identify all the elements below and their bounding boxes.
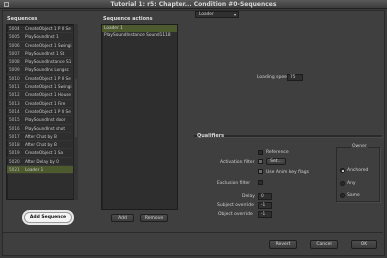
sequence-number: 5005 [9,34,20,40]
sequence-name: CreateObject 1 Fire [25,100,66,106]
subject-override-label: Subject override [217,203,254,208]
sequence-name: CreateObject 1 P II Se [25,26,71,31]
owner-option-label: Anchored [347,168,369,173]
reference-checkbox[interactable] [258,150,263,155]
exclusion-filter-checkbox[interactable] [258,180,263,185]
sequence-number: 5007 [9,50,20,56]
window-title: Tutorial 1: r5: Chapter... Condition #0-… [110,1,277,8]
table-row[interactable]: 5007 PlaySoundInst 1 St [7,50,73,59]
sequence-number: 5009 [9,67,20,73]
revert-button[interactable]: Revert [269,240,297,249]
sequence-name: CreateObject 1 Swingi [25,84,72,90]
sequence-number: 5021 [9,167,20,173]
table-row[interactable]: 5014 CreateObject 1 P II Se [7,108,73,117]
object-override-field[interactable]: -1 [258,211,272,218]
table-row[interactable]: 5015 PlaySoundInst door [7,116,73,125]
title-bar: Tutorial 1: r5: Chapter... Condition #0-… [0,0,387,9]
sequences-header: Sequences [7,16,38,22]
owner-radio-anchored[interactable] [340,168,345,173]
table-row[interactable]: 5004 CreateObject 1 P II Se [7,25,73,34]
sequence-name: PlaySoundInst 1 St [25,50,65,56]
actions-header: Sequence actions [103,16,153,22]
table-row[interactable]: 5005 PlaySoundInst 1 [7,33,73,42]
table-row[interactable]: 5018 After Chat by B [7,141,73,150]
sequence-name: PlaySoundInst 1 [25,34,59,40]
sequence-name: Loader 1 [25,167,44,173]
sequence-number: 5019 [9,150,20,156]
loading-speed-field[interactable]: 75 [287,74,303,81]
table-row[interactable]: 5020 After Delay by 0 [7,158,73,167]
sequence-number: 5006 [9,42,20,48]
activation-filter-checkbox[interactable] [258,159,263,164]
sequence-name: After Delay by 0 [25,158,59,164]
delay-field[interactable]: 0 [258,193,272,200]
owner-header: Owner [351,144,368,149]
list-item[interactable]: PlaySoundInstance Sound1118 [102,32,177,39]
sequence-number: 5004 [9,26,20,31]
sequence-name: PlaySoundInst door [25,117,66,123]
loading-speed-label: Loading speed [257,75,290,80]
table-row[interactable]: 5009 PlaySoundIns Longsc [7,66,73,75]
activation-filter-label: Activation filter [220,160,255,165]
remove-action-button[interactable]: Remove [140,214,168,222]
sequences-scrollbar[interactable] [73,24,78,200]
actions-list[interactable]: Loader 1 PlaySoundInstance Sound1118 [101,24,178,210]
object-override-label: Object override [218,212,253,217]
table-row[interactable]: 5017 After Chat by B [7,133,73,142]
sequence-number: 5017 [9,133,20,139]
table-row[interactable]: 5012 CreateObject 1 House [7,91,73,100]
sequence-name: CreateObject 1 House [25,92,72,98]
owner-option-label: Same [347,193,360,198]
add-sequence-button[interactable]: Add Sequence [24,212,72,223]
dropdown-value: Loader [199,12,214,17]
sequence-name: PlaySoundInstance S1 [25,59,72,65]
owner-radio-any[interactable] [340,181,345,186]
sequence-name: CreateObject 1 P II Se [25,75,71,81]
table-row[interactable]: 5013 CreateObject 1 Fire [7,100,73,108]
table-row[interactable]: 5019 CreateObject 1 Sa [7,149,73,158]
reference-label: Reference [266,150,289,155]
sequence-name: CreateObject 1 Swingi [25,42,72,48]
exclusion-filter-label: Exclusion filter [217,181,251,186]
table-row[interactable]: 5021 Loader 1 [7,166,73,175]
table-row[interactable]: 5010 CreateObject 1 P II Se [7,75,73,84]
delay-label: Delay [242,194,255,199]
sequence-number: 5016 [9,125,20,131]
list-item[interactable]: Loader 1 [102,25,177,32]
use-anim-key-checkbox[interactable] [258,169,263,174]
activation-filter-set-button[interactable]: Set... [266,158,286,165]
qualifiers-header: Qualifiers [197,133,225,139]
footer-divider [2,232,383,233]
sequence-name: CreateObject 1 Sa [25,150,64,156]
table-row[interactable]: 5011 CreateObject 1 Swingi [7,83,73,92]
sequence-number: 5018 [9,142,20,148]
sequence-name: PlaySoundIns Longsc [25,67,69,73]
sequences-list[interactable]: 5004 CreateObject 1 P II Se 5005 PlaySoundI… [6,24,74,200]
use-anim-key-label: Use Anim key flags [266,170,309,175]
action-type-dropdown[interactable]: Loader ▾ [195,11,239,18]
sequence-number: 5008 [9,59,20,65]
subject-override-field[interactable]: -1 [258,202,272,209]
ok-button[interactable]: OK [351,240,377,249]
sequence-name: CreateObject 1 P II Se [25,108,71,114]
table-row[interactable]: 5008 PlaySoundInstance S1 [7,58,73,67]
table-row[interactable]: 5016 PlaySoundInst shot [7,125,73,133]
sequence-number: 5015 [9,117,20,123]
sequence-name: After Chat by B [25,142,57,148]
scrollbar-thumb[interactable] [75,79,77,137]
sequence-number: 5010 [9,75,20,81]
table-row[interactable]: 5006 CreateObject 1 Swingi [7,42,73,50]
sequence-number: 5013 [9,100,20,106]
sequence-number: 5011 [9,84,20,90]
sequence-name: PlaySoundInst shot [25,125,66,131]
sequence-name: After Chat by B [25,133,57,139]
add-action-button[interactable]: Add [111,214,134,222]
owner-option-label: Any [347,181,356,186]
chevron-down-icon: ▾ [233,12,236,17]
sequence-number: 5014 [9,108,20,114]
cancel-button[interactable]: Cancel [310,240,338,249]
owner-radio-same[interactable] [340,193,345,198]
sequence-number: 5012 [9,92,20,98]
sequence-number: 5020 [9,158,20,164]
